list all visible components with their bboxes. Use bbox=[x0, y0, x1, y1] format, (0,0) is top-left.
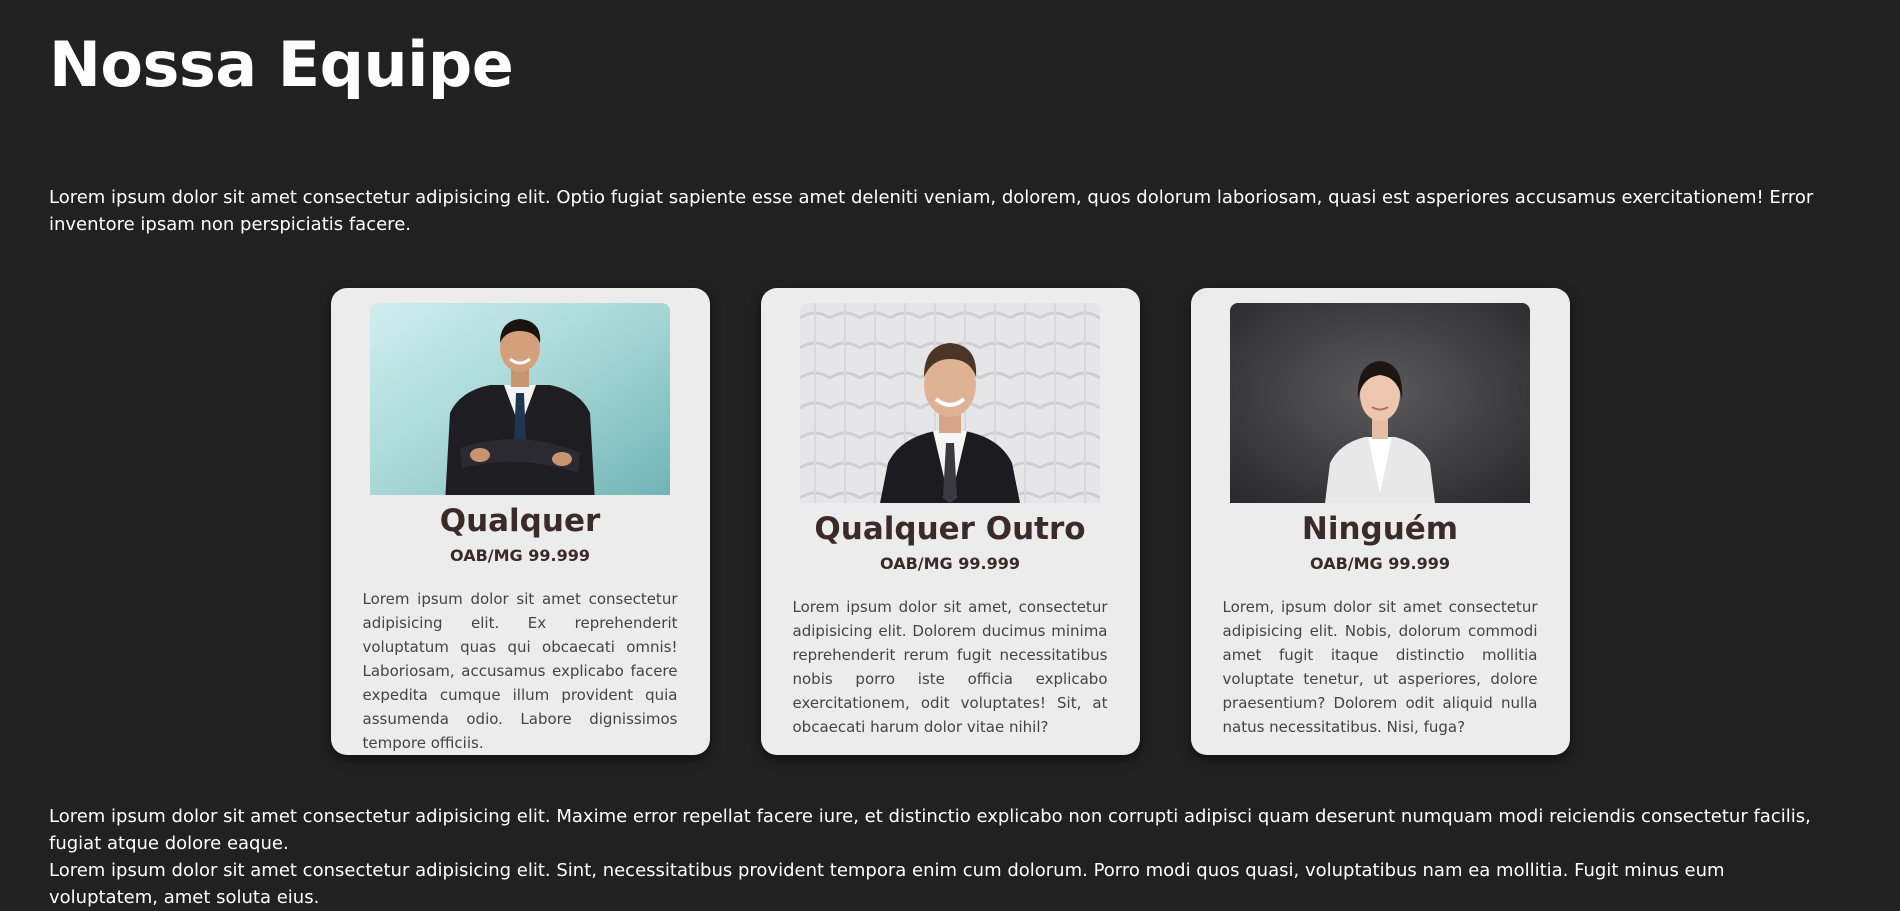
team-cards: Qualquer OAB/MG 99.999 Lorem ipsum dolor… bbox=[49, 288, 1851, 755]
team-card: Ninguém OAB/MG 99.999 Lorem, ipsum dolor… bbox=[1190, 288, 1570, 755]
team-card: Qualquer OAB/MG 99.999 Lorem ipsum dolor… bbox=[330, 288, 710, 755]
outro-paragraph: Lorem ipsum dolor sit amet consectetur a… bbox=[49, 806, 1811, 854]
page-title: Nossa Equipe bbox=[49, 28, 514, 101]
team-member-bio: Lorem ipsum dolor sit amet, consectetur … bbox=[792, 598, 1108, 736]
team-member-oab: OAB/MG 99.999 bbox=[450, 546, 590, 565]
team-member-photo bbox=[800, 303, 1100, 503]
team-member-photo bbox=[1230, 303, 1530, 503]
team-member-bio: Lorem, ipsum dolor sit amet consectetur … bbox=[1222, 598, 1538, 736]
outro-section: Lorem ipsum dolor sit amet consectetur a… bbox=[49, 803, 1839, 911]
team-member-oab: OAB/MG 99.999 bbox=[1310, 554, 1450, 573]
team-member-oab: OAB/MG 99.999 bbox=[880, 554, 1020, 573]
intro-paragraph: Lorem ipsum dolor sit amet consectetur a… bbox=[49, 187, 1814, 235]
team-member-name: Qualquer bbox=[439, 503, 601, 539]
team-card: Qualquer Outro OAB/MG 99.999 Lorem ipsum… bbox=[760, 288, 1140, 755]
team-member-photo bbox=[370, 303, 670, 495]
outro-paragraph: Lorem ipsum dolor sit amet consectetur a… bbox=[49, 860, 1725, 908]
team-member-bio: Lorem ipsum dolor sit amet consectetur a… bbox=[362, 590, 678, 752]
page-content: Nossa Equipe Lorem ipsum dolor sit amet … bbox=[0, 0, 1900, 911]
team-member-name: Ninguém bbox=[1301, 511, 1459, 547]
team-member-name: Qualquer Outro bbox=[814, 511, 1086, 547]
